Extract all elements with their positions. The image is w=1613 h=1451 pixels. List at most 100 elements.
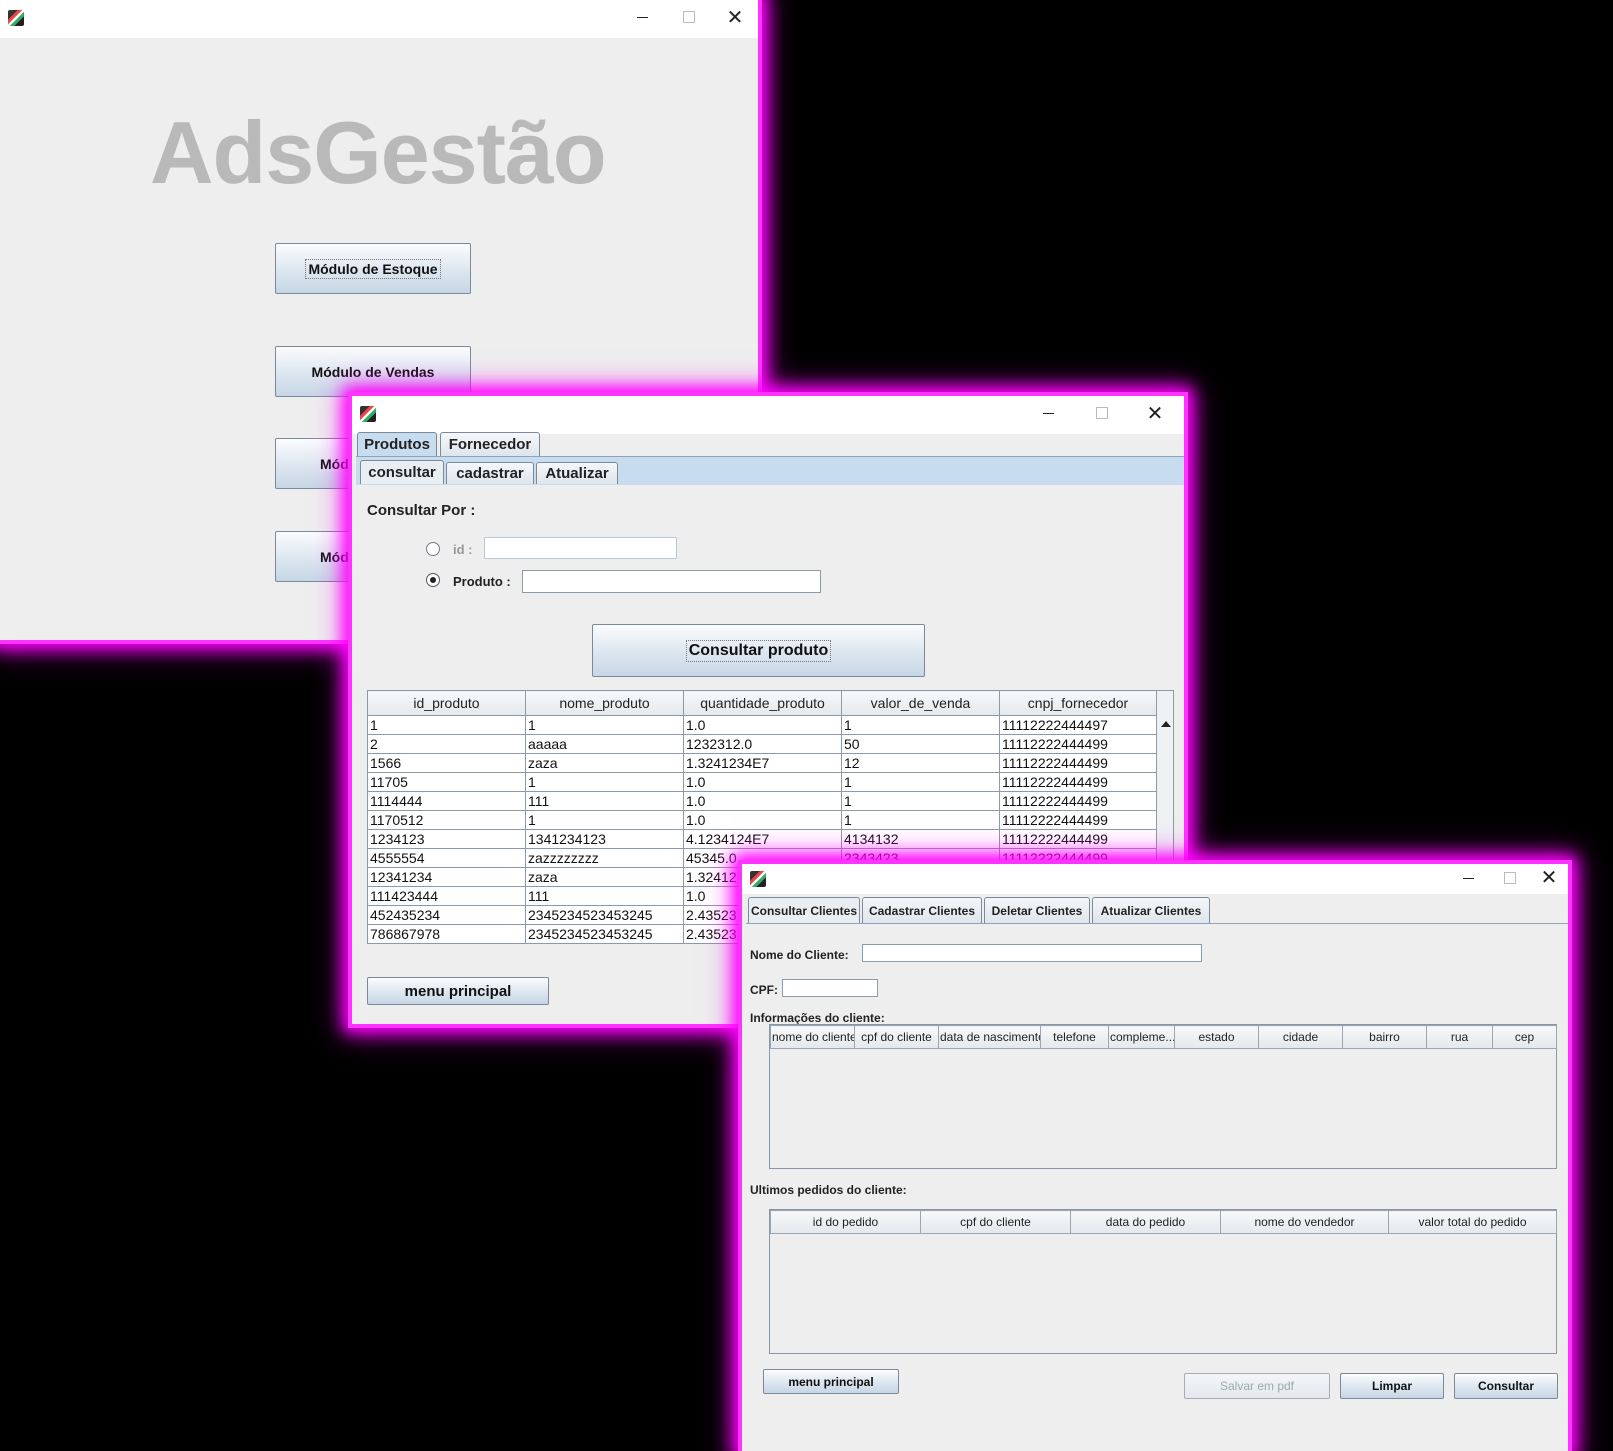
column-header[interactable]: valor_de_venda xyxy=(841,690,1000,716)
column-header[interactable]: quantidade_produto xyxy=(683,690,842,716)
close-icon[interactable]: ✕ xyxy=(1538,866,1560,888)
column-header[interactable]: compleme... xyxy=(1108,1025,1175,1049)
table-cell[interactable]: 1566 xyxy=(367,753,526,773)
table-cell[interactable]: 1114444 xyxy=(367,791,526,811)
tab-atualizar[interactable]: Atualizar xyxy=(536,462,618,484)
table-cell[interactable]: zaza xyxy=(525,753,684,773)
estoque-module-button[interactable]: Módulo de Estoque xyxy=(275,243,471,294)
column-header[interactable]: nome do vendedor xyxy=(1220,1210,1389,1234)
column-header[interactable]: bairro xyxy=(1342,1025,1427,1049)
column-header[interactable]: id do pedido xyxy=(770,1210,921,1234)
table-cell[interactable]: 12341234 xyxy=(367,867,526,887)
tab-cadastrar-clientes[interactable]: Cadastrar Clientes xyxy=(862,897,982,923)
table-cell[interactable]: 1170512 xyxy=(367,810,526,830)
table-cell[interactable]: 111 xyxy=(525,791,684,811)
close-icon[interactable]: ✕ xyxy=(1144,402,1166,424)
table-row[interactable]: 11705 1 1.0 1 11112222444499 xyxy=(367,772,1157,792)
table-cell[interactable]: 2345234523453245 xyxy=(525,905,684,925)
table-cell[interactable]: 111423444 xyxy=(367,886,526,906)
nome-cliente-input[interactable] xyxy=(862,944,1202,962)
table-cell[interactable]: 1.0 xyxy=(683,715,842,735)
table-cell[interactable]: 4134132 xyxy=(841,829,1000,849)
table-row[interactable]: 1234123 1341234123 4.1234124E7 4134132 11112… xyxy=(367,829,1157,849)
cpf-input[interactable] xyxy=(782,979,878,997)
close-icon[interactable]: ✕ xyxy=(724,6,746,28)
table-cell[interactable]: 11112222444499 xyxy=(999,734,1157,754)
table-cell[interactable]: zazzzzzzzz xyxy=(525,848,684,868)
table-cell[interactable]: 11112222444499 xyxy=(999,810,1157,830)
id-input[interactable] xyxy=(484,537,677,559)
maximize-icon[interactable] xyxy=(1091,402,1113,424)
table-row[interactable]: 2 aaaaa 1232312.0 50 11112222444499 xyxy=(367,734,1157,754)
table-cell[interactable]: 11112222444499 xyxy=(999,829,1157,849)
table-cell[interactable]: 50 xyxy=(841,734,1000,754)
column-header[interactable]: telefone xyxy=(1040,1025,1109,1049)
column-header[interactable]: cnpj_fornecedor xyxy=(999,690,1157,716)
tab-consultar-clientes[interactable]: Consultar Clientes xyxy=(748,897,860,923)
scroll-up-icon[interactable] xyxy=(1161,721,1171,727)
column-header[interactable]: nome do cliente xyxy=(770,1025,855,1049)
table-row[interactable]: 1170512 1 1.0 1 11112222444499 xyxy=(367,810,1157,830)
table-cell[interactable]: 1 xyxy=(525,772,684,792)
table-cell[interactable]: 452435234 xyxy=(367,905,526,925)
tab-deletar-clientes[interactable]: Deletar Clientes xyxy=(984,897,1090,923)
table-cell[interactable]: 2 xyxy=(367,734,526,754)
table-cell[interactable]: 786867978 xyxy=(367,924,526,944)
table-cell[interactable]: 1.0 xyxy=(683,810,842,830)
table-cell[interactable]: 11112222444499 xyxy=(999,772,1157,792)
table-cell[interactable]: 1341234123 xyxy=(525,829,684,849)
table-cell[interactable]: 1.0 xyxy=(683,791,842,811)
column-header[interactable]: rua xyxy=(1426,1025,1493,1049)
column-header[interactable]: cidade xyxy=(1258,1025,1343,1049)
table-cell[interactable]: 11112222444499 xyxy=(999,791,1157,811)
tab-consultar[interactable]: consultar xyxy=(360,460,444,484)
table-cell[interactable]: 2345234523453245 xyxy=(525,924,684,944)
column-header[interactable]: estado xyxy=(1174,1025,1259,1049)
table-cell[interactable]: 1 xyxy=(525,810,684,830)
table-cell[interactable]: 4555554 xyxy=(367,848,526,868)
table-row[interactable]: 1566 zaza 1.3241234E7 12 11112222444499 xyxy=(367,753,1157,773)
column-header[interactable]: id_produto xyxy=(367,690,526,716)
produto-radio[interactable] xyxy=(426,573,440,587)
table-cell[interactable]: 11705 xyxy=(367,772,526,792)
menu-principal-button[interactable]: menu principal xyxy=(367,977,549,1005)
consultar-button[interactable]: Consultar xyxy=(1454,1373,1558,1399)
id-radio[interactable] xyxy=(426,542,440,556)
table-cell[interactable]: 111 xyxy=(525,886,684,906)
column-header[interactable]: cep xyxy=(1492,1025,1557,1049)
tab-fornecedor[interactable]: Fornecedor xyxy=(440,432,540,456)
column-header[interactable]: nome_produto xyxy=(525,690,684,716)
column-header[interactable]: cpf do cliente xyxy=(920,1210,1071,1234)
table-cell[interactable]: 1.3241234E7 xyxy=(683,753,842,773)
table-cell[interactable]: 1 xyxy=(841,772,1000,792)
column-header[interactable]: valor total do pedido xyxy=(1388,1210,1557,1234)
table-cell[interactable]: 1 xyxy=(367,715,526,735)
table-cell[interactable]: zaza xyxy=(525,867,684,887)
table-cell[interactable]: 4.1234124E7 xyxy=(683,829,842,849)
consultar-produto-button[interactable]: Consultar produto xyxy=(592,624,925,677)
maximize-icon[interactable] xyxy=(1499,867,1521,889)
table-cell[interactable]: 1.0 xyxy=(683,772,842,792)
maximize-icon[interactable] xyxy=(678,6,700,28)
table-cell[interactable]: 11112222444497 xyxy=(999,715,1157,735)
tab-atualizar-clientes[interactable]: Atualizar Clientes xyxy=(1092,897,1210,923)
table-cell[interactable]: 1 xyxy=(841,715,1000,735)
minimize-icon[interactable] xyxy=(1038,402,1060,424)
table-row[interactable]: 1114444 111 1.0 1 11112222444499 xyxy=(367,791,1157,811)
column-header[interactable]: cpf do cliente xyxy=(854,1025,939,1049)
salvar-pdf-button[interactable]: Salvar em pdf xyxy=(1184,1373,1330,1399)
table-cell[interactable]: 1 xyxy=(841,791,1000,811)
table-row[interactable]: 1 1 1.0 1 11112222444497 xyxy=(367,715,1157,735)
table-cell[interactable]: 1 xyxy=(841,810,1000,830)
table-cell[interactable]: 12 xyxy=(841,753,1000,773)
table-cell[interactable]: 1234123 xyxy=(367,829,526,849)
produto-input[interactable] xyxy=(522,570,821,593)
column-header[interactable]: data de nascimento xyxy=(938,1025,1041,1049)
menu-principal-button[interactable]: menu principal xyxy=(763,1369,899,1394)
vendas-module-button[interactable]: Módulo de Vendas xyxy=(275,346,471,397)
table-cell[interactable]: aaaaa xyxy=(525,734,684,754)
limpar-button[interactable]: Limpar xyxy=(1340,1373,1444,1399)
table-cell[interactable]: 1 xyxy=(525,715,684,735)
minimize-icon[interactable] xyxy=(1458,867,1480,889)
minimize-icon[interactable] xyxy=(632,6,654,28)
